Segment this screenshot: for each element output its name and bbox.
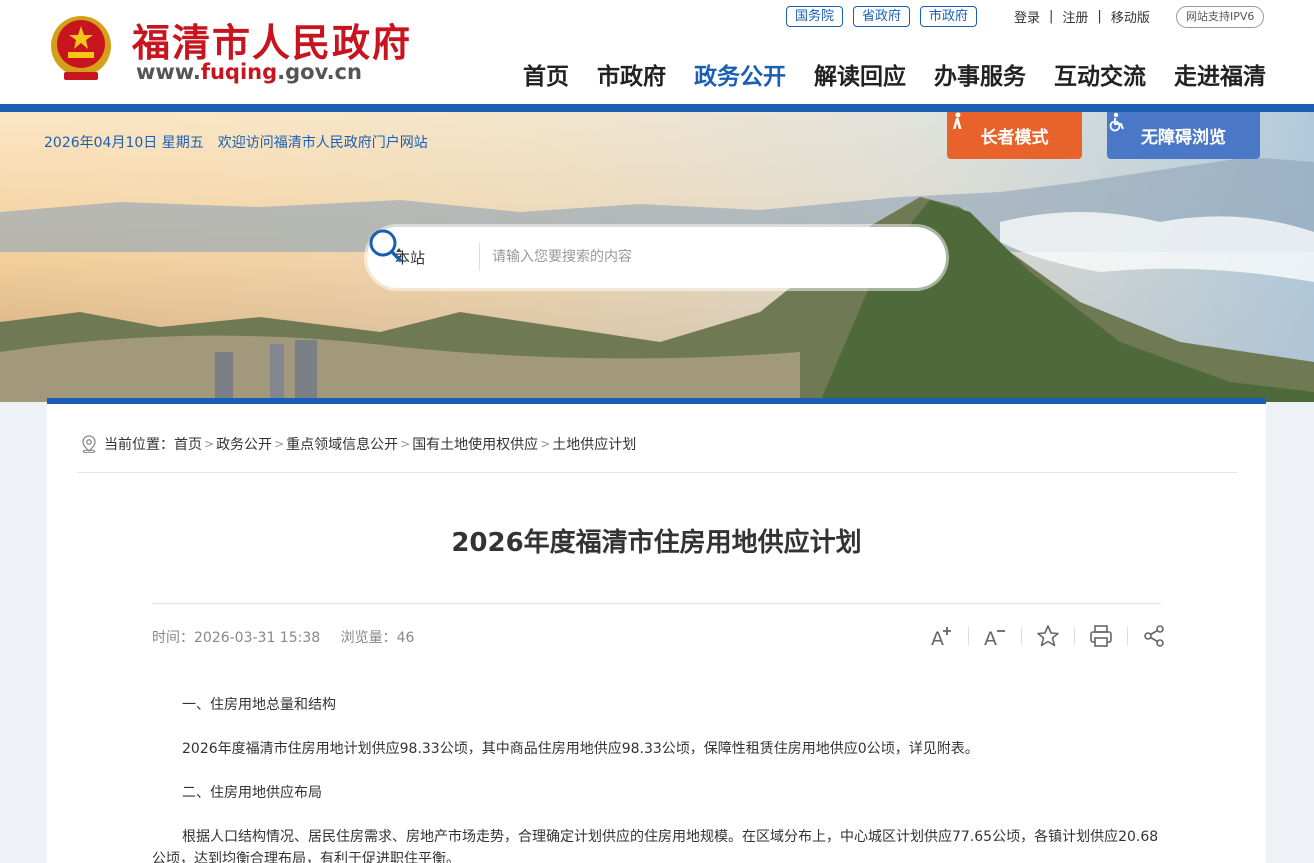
search-box: 本站 (367, 227, 946, 288)
nav-services[interactable]: 办事服务 (934, 57, 1026, 91)
publish-time-value: 2026-03-31 15:38 (194, 630, 321, 646)
date-welcome-line: 2026年04月10日 星期五 欢迎访问福清市人民政府门户网站 (44, 132, 442, 152)
elder-mode-button[interactable]: 长者模式 (947, 112, 1082, 159)
publish-time-label: 时间： (152, 630, 194, 646)
link-state-council[interactable]: 国务院 (786, 6, 844, 27)
location-pin-icon (82, 435, 96, 453)
nav-interaction[interactable]: 互动交流 (1054, 57, 1146, 91)
site-header: 福清市人民政府 www.fuqing.gov.cn 国务院 省政府 市政府 登录… (0, 0, 1314, 105)
site-url: www.fuqing.gov.cn (136, 60, 362, 84)
nav-home[interactable]: 首页 (523, 57, 569, 91)
link-provincial-government[interactable]: 省政府 (853, 6, 911, 27)
elder-mode-label: 长者模式 (980, 128, 1049, 148)
paragraph-4: 根据人口结构情况、居民住房需求、房地产市场走势，合理确定计划供应的住房用地规模。… (152, 829, 1159, 863)
print-icon[interactable] (1081, 622, 1121, 650)
elder-icon (953, 112, 962, 129)
paragraph-2: 2026年度福清市住房用地计划供应98.33公顷，其中商品住房用地供应98.33… (182, 741, 979, 757)
breadcrumb-government-affairs[interactable]: 政务公开 (216, 434, 272, 454)
site-url-prefix: www. (136, 60, 201, 84)
breadcrumb-land-use-rights[interactable]: 国有土地使用权供应 (412, 434, 538, 454)
login-link[interactable]: 登录 (1014, 7, 1040, 26)
publish-time: 时间：2026-03-31 15:38 (152, 630, 320, 646)
ipv6-badge: 网站支持IPV6 (1176, 6, 1265, 28)
title-divider (152, 603, 1161, 604)
wheelchair-icon (1109, 112, 1124, 132)
font-increase-icon[interactable]: A (922, 622, 962, 650)
svg-text:A: A (984, 628, 997, 647)
header-divider-bar (0, 104, 1314, 112)
nav-interpretation[interactable]: 解读回应 (814, 57, 906, 91)
accessibility-label: 无障碍浏览 (1141, 128, 1226, 148)
paragraph-3: 二、住房用地供应布局 (182, 785, 322, 801)
article-tools: A A (922, 622, 1174, 650)
link-city-government[interactable]: 市政府 (920, 6, 978, 27)
breadcrumb-key-areas[interactable]: 重点领域信息公开 (286, 434, 398, 454)
main-nav: 首页 市政府 政务公开 解读回应 办事服务 互动交流 走进福清 (523, 57, 1266, 91)
breadcrumb: 当前位置： 首页 > 政务公开 > 重点领域信息公开 > 国有土地使用权供应 > 土地供… (80, 434, 636, 454)
view-count-value: 46 (396, 630, 415, 646)
article-title: 2026年度福清市住房用地供应计划 (451, 528, 862, 558)
article-body: 一、住房用地总量和结构 2026年度福清市住房用地计划供应98.33公顷，其中商… (152, 694, 1161, 863)
breadcrumb-divider (77, 472, 1237, 473)
svg-text:A: A (931, 628, 944, 647)
nav-about-fuqing[interactable]: 走进福清 (1174, 57, 1266, 91)
welcome-text: 欢迎访问福清市人民政府门户网站 (217, 135, 428, 151)
site-url-suffix: .gov.cn (277, 60, 362, 84)
content-card: 当前位置： 首页 > 政务公开 > 重点领域信息公开 > 国有土地使用权供应 > 土地供… (47, 398, 1266, 863)
search-icon[interactable] (367, 227, 403, 263)
auth-links: 登录 | 注册 | 移动版 (1014, 7, 1150, 26)
paragraph-1: 一、住房用地总量和结构 (182, 697, 336, 713)
register-link[interactable]: 注册 (1062, 7, 1088, 26)
share-icon[interactable] (1134, 622, 1174, 650)
mobile-version-link[interactable]: 移动版 (1111, 7, 1150, 26)
breadcrumb-land-supply-plan[interactable]: 土地供应计划 (552, 434, 636, 454)
view-count: 浏览量：46 (341, 630, 415, 646)
nav-government-affairs[interactable]: 政务公开 (694, 57, 786, 91)
site-url-accent: fuqing (200, 60, 278, 84)
accessibility-button[interactable]: 无障碍浏览 (1107, 112, 1260, 159)
top-links: 国务院 省政府 市政府 (786, 6, 978, 27)
breadcrumb-home[interactable]: 首页 (174, 434, 202, 454)
nav-city-government[interactable]: 市政府 (597, 57, 666, 91)
banner: 2026年04月10日 星期五 欢迎访问福清市人民政府门户网站 长者模式 无障碍浏… (0, 112, 1314, 402)
font-decrease-icon[interactable]: A (975, 622, 1015, 650)
article-meta: 时间：2026-03-31 15:38 浏览量：46 (152, 627, 430, 647)
favorite-star-icon[interactable] (1028, 622, 1068, 650)
view-count-label: 浏览量： (340, 630, 397, 646)
site-title[interactable]: 福清市人民政府 (132, 12, 412, 67)
breadcrumb-label: 当前位置： (104, 437, 174, 453)
search-input[interactable] (492, 242, 872, 272)
search-divider (479, 243, 480, 271)
national-emblem-icon (51, 16, 111, 80)
current-date: 2026年04月10日 星期五 (44, 135, 204, 151)
